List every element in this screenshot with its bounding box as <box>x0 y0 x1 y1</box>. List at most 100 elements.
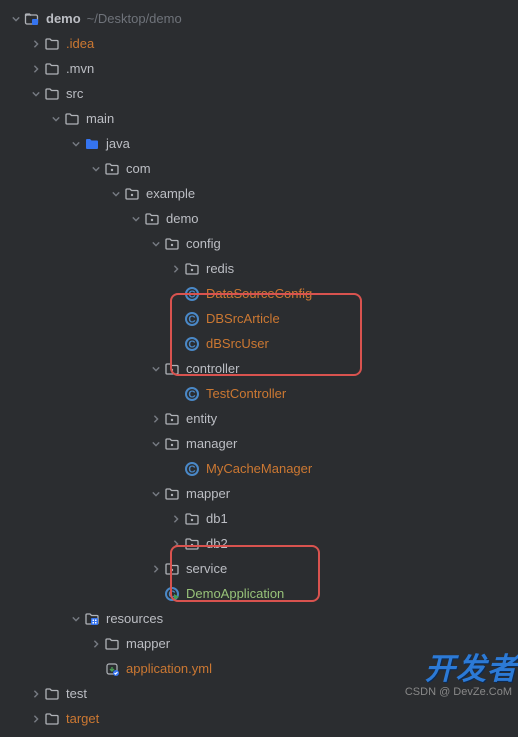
chevron-down-icon[interactable] <box>108 186 124 202</box>
tree-node[interactable]: resources <box>0 606 518 631</box>
tree-node[interactable]: example <box>0 181 518 206</box>
folder-icon <box>104 636 120 652</box>
tree-node[interactable]: com <box>0 156 518 181</box>
tree-node[interactable]: src <box>0 81 518 106</box>
package-icon <box>164 411 180 427</box>
tree-node[interactable]: C TestController <box>0 381 518 406</box>
chevron-down-icon[interactable] <box>28 86 44 102</box>
tree-node[interactable]: redis <box>0 256 518 281</box>
class-icon: C <box>184 286 200 302</box>
tree-node[interactable]: target <box>0 706 518 731</box>
package-icon <box>104 161 120 177</box>
tree-node-label: mapper <box>186 486 230 501</box>
tree-node[interactable]: demo ~/Desktop/demo <box>0 6 518 31</box>
package-icon <box>184 511 200 527</box>
tree-node-label: test <box>66 686 87 701</box>
runclass-icon: C <box>164 586 180 602</box>
folder-icon <box>64 111 80 127</box>
package-icon <box>184 261 200 277</box>
tree-node[interactable]: config <box>0 231 518 256</box>
tree-node-label: .idea <box>66 36 94 51</box>
tree-node-label: application.yml <box>126 661 212 676</box>
tree-node-label: src <box>66 86 83 101</box>
tree-node[interactable]: CdBSrcUser <box>0 331 518 356</box>
chevron-down-icon[interactable] <box>148 361 164 377</box>
chevron-right-icon[interactable] <box>168 511 184 527</box>
svg-text:C: C <box>188 314 195 325</box>
tree-node[interactable]: db1 <box>0 506 518 531</box>
tree-node-label: DemoApplication <box>186 586 284 601</box>
tree-node-label: .mvn <box>66 61 94 76</box>
svg-text:C: C <box>188 389 195 400</box>
folder-icon <box>44 711 60 727</box>
package-icon <box>164 361 180 377</box>
tree-node[interactable]: controller <box>0 356 518 381</box>
folder-icon <box>44 686 60 702</box>
chevron-down-icon[interactable] <box>8 11 24 27</box>
tree-node-label: DataSourceConfig <box>206 286 312 301</box>
chevron-down-icon[interactable] <box>88 161 104 177</box>
chevron-down-icon[interactable] <box>68 136 84 152</box>
chevron-right-icon[interactable] <box>168 536 184 552</box>
package-icon <box>164 436 180 452</box>
svg-text:C: C <box>188 464 195 475</box>
chevron-right-icon[interactable] <box>28 36 44 52</box>
tree-node-label: controller <box>186 361 239 376</box>
tree-node-label: java <box>106 136 130 151</box>
tree-node[interactable]: mapper <box>0 481 518 506</box>
tree-node-label: dBSrcUser <box>206 336 269 351</box>
tree-node-label: demo <box>166 211 199 226</box>
tree-node-label: service <box>186 561 227 576</box>
svg-text:C: C <box>188 289 195 300</box>
chevron-right-icon[interactable] <box>28 686 44 702</box>
class-icon: C <box>184 461 200 477</box>
tree-node[interactable]: .mvn <box>0 56 518 81</box>
class-icon: C <box>184 336 200 352</box>
tree-node-label: example <box>146 186 195 201</box>
tree-node-label: mapper <box>126 636 170 651</box>
tree-node-label: redis <box>206 261 234 276</box>
tree-node-label: entity <box>186 411 217 426</box>
tree-node-label: TestController <box>206 386 286 401</box>
tree-node[interactable]: main <box>0 106 518 131</box>
tree-node[interactable]: manager <box>0 431 518 456</box>
tree-node[interactable]: service <box>0 556 518 581</box>
tree-node[interactable]: mapper <box>0 631 518 656</box>
class-icon: C <box>184 311 200 327</box>
chevron-down-icon[interactable] <box>148 486 164 502</box>
chevron-down-icon[interactable] <box>128 211 144 227</box>
chevron-right-icon[interactable] <box>88 636 104 652</box>
project-tree[interactable]: demo ~/Desktop/demo .idea .mvn src main java co… <box>0 0 518 737</box>
tree-node[interactable]: test <box>0 681 518 706</box>
package-icon <box>164 561 180 577</box>
chevron-right-icon[interactable] <box>28 61 44 77</box>
chevron-down-icon[interactable] <box>68 611 84 627</box>
tree-node-label: manager <box>186 436 237 451</box>
tree-node-hint: ~/Desktop/demo <box>87 11 182 26</box>
chevron-right-icon[interactable] <box>148 561 164 577</box>
tree-node-label: db1 <box>206 511 228 526</box>
tree-node[interactable]: java <box>0 131 518 156</box>
tree-node-label: demo <box>46 11 81 26</box>
tree-node[interactable]: entity <box>0 406 518 431</box>
chevron-right-icon[interactable] <box>168 261 184 277</box>
tree-node[interactable]: C DemoApplication <box>0 581 518 606</box>
tree-node[interactable]: C DataSourceConfig <box>0 281 518 306</box>
tree-node-label: resources <box>106 611 163 626</box>
tree-node[interactable]: .idea <box>0 31 518 56</box>
chevron-right-icon[interactable] <box>148 411 164 427</box>
tree-node[interactable]: application.yml <box>0 656 518 681</box>
package-icon <box>164 486 180 502</box>
chevron-down-icon[interactable] <box>48 111 64 127</box>
tree-node-label: target <box>66 711 99 726</box>
chevron-down-icon[interactable] <box>148 236 164 252</box>
tree-node-label: MyCacheManager <box>206 461 312 476</box>
chevron-right-icon[interactable] <box>28 711 44 727</box>
tree-node[interactable]: demo <box>0 206 518 231</box>
tree-node[interactable]: db2 <box>0 531 518 556</box>
tree-node[interactable]: C MyCacheManager <box>0 456 518 481</box>
tree-node-label: db2 <box>206 536 228 551</box>
chevron-down-icon[interactable] <box>148 436 164 452</box>
tree-node-label: DBSrcArticle <box>206 311 280 326</box>
tree-node[interactable]: C DBSrcArticle <box>0 306 518 331</box>
